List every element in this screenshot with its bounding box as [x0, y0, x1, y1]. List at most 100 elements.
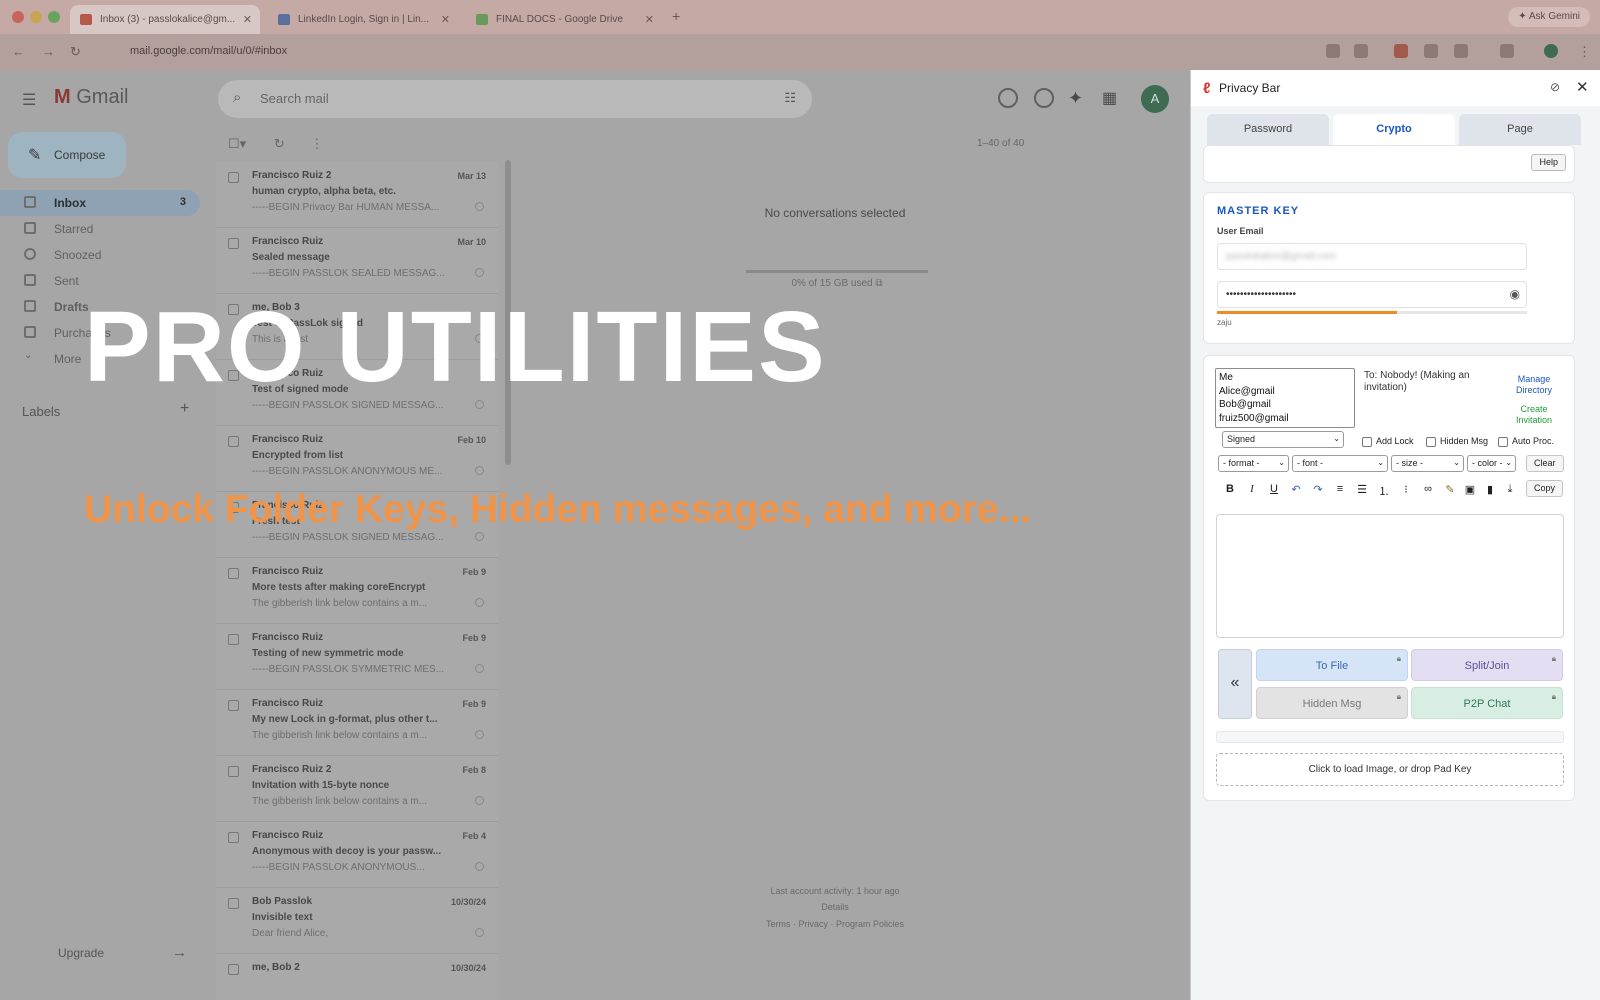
- snooze-clock-icon[interactable]: [475, 268, 484, 277]
- tab-close-icon[interactable]: ✕: [243, 13, 252, 26]
- footer-links[interactable]: Terms · Privacy · Program Policies: [700, 919, 970, 929]
- recipient-item[interactable]: Me: [1219, 371, 1351, 385]
- message-row[interactable]: Francisco Ruiz Feb 9 More tests after maki…: [216, 558, 498, 624]
- gmail-logo[interactable]: M Gmail: [54, 86, 128, 109]
- font-select[interactable]: - font - ⌄: [1292, 455, 1388, 472]
- message-row[interactable]: Francisco Ruiz Feb 9 Testing of new symmet…: [216, 624, 498, 690]
- hidden-msg-button[interactable]: Hidden Msg 🔒︎: [1256, 687, 1408, 719]
- profile-avatar-icon[interactable]: [1544, 44, 1558, 58]
- recipient-item[interactable]: fruiz500@gmail: [1219, 412, 1351, 426]
- window-minimize-dot[interactable]: [30, 11, 42, 23]
- row-checkbox[interactable]: [228, 634, 239, 645]
- back-arrow-icon[interactable]: ←: [12, 44, 25, 59]
- italic-icon[interactable]: I: [1244, 483, 1260, 499]
- tab-password[interactable]: Password: [1207, 114, 1329, 145]
- extensions-puzzle-icon[interactable]: [1424, 44, 1438, 58]
- privacy-bar-extension-icon[interactable]: [1394, 44, 1408, 58]
- add-lock-checkbox[interactable]: Add Lock: [1362, 436, 1414, 447]
- mode-select[interactable]: Signed ⌄: [1222, 431, 1344, 448]
- to-file-button[interactable]: To File 🔒︎: [1256, 649, 1408, 681]
- manage-directory-link[interactable]: Manage Directory: [1506, 374, 1562, 396]
- hamburger-menu-icon[interactable]: ☰: [22, 90, 36, 110]
- tab-crypto[interactable]: Crypto: [1333, 114, 1455, 145]
- new-tab-icon[interactable]: +: [672, 8, 680, 24]
- close-icon[interactable]: ✕: [1576, 78, 1589, 96]
- forward-arrow-icon[interactable]: →: [42, 44, 55, 59]
- undo-icon[interactable]: ↶: [1288, 483, 1304, 499]
- copy-button[interactable]: Copy: [1526, 480, 1564, 497]
- row-checkbox[interactable]: [228, 436, 239, 447]
- recipient-list[interactable]: Me Alice@gmail Bob@gmail fruiz500@gmail: [1215, 368, 1355, 428]
- auto-proc-checkbox[interactable]: Auto Proc.: [1498, 436, 1554, 447]
- row-checkbox[interactable]: [228, 172, 239, 183]
- sidebar-item-snoozed[interactable]: Snoozed: [0, 242, 200, 268]
- unpin-icon[interactable]: ⊘: [1550, 80, 1560, 94]
- message-compose-area[interactable]: [1216, 514, 1564, 638]
- p2p-chat-button[interactable]: P2P Chat 🔒︎: [1411, 687, 1563, 719]
- sidebar-item-inbox[interactable]: Inbox 3: [0, 190, 200, 216]
- window-icon[interactable]: [1500, 44, 1514, 58]
- recipient-item[interactable]: Bob@gmail: [1219, 398, 1351, 412]
- row-checkbox[interactable]: [228, 964, 239, 975]
- snooze-clock-icon[interactable]: [475, 532, 484, 541]
- snooze-clock-icon[interactable]: [475, 928, 484, 937]
- split-join-button[interactable]: Split/Join 🔒︎: [1411, 649, 1563, 681]
- master-password-field[interactable]: •••••••••••••••••••• ◉: [1217, 281, 1527, 308]
- bullet-list-icon[interactable]: ⁝: [1398, 483, 1414, 499]
- align-center-icon[interactable]: ☰: [1354, 483, 1370, 499]
- message-row[interactable]: Bob Passlok 10/30/24 Invisible text Dear fr…: [216, 888, 498, 954]
- apps-grid-icon[interactable]: ▦: [1102, 88, 1122, 108]
- redo-icon[interactable]: ↷: [1310, 483, 1326, 499]
- snooze-clock-icon[interactable]: [475, 664, 484, 673]
- create-invitation-link[interactable]: Create Invitation: [1506, 404, 1562, 426]
- clear-button[interactable]: Clear: [1526, 455, 1564, 472]
- gemini-sparkle-icon[interactable]: ✦: [1068, 88, 1088, 108]
- row-checkbox[interactable]: [228, 568, 239, 579]
- snooze-clock-icon[interactable]: [475, 466, 484, 475]
- snooze-clock-icon[interactable]: [475, 730, 484, 739]
- search-input[interactable]: ⌕ Search mail ☷: [218, 80, 812, 118]
- tab-page[interactable]: Page: [1459, 114, 1581, 145]
- hidden-msg-checkbox[interactable]: Hidden Msg: [1426, 436, 1488, 447]
- download-icon[interactable]: ⤓: [1502, 483, 1518, 499]
- upgrade-button[interactable]: Upgrade: [30, 946, 104, 960]
- help-icon[interactable]: [998, 88, 1018, 108]
- link-icon[interactable]: ∞: [1420, 483, 1436, 499]
- side-panel-icon[interactable]: [1454, 44, 1468, 58]
- clear-format-brush-icon[interactable]: ✎: [1442, 483, 1458, 499]
- tab-close-icon[interactable]: ✕: [645, 13, 654, 26]
- message-row[interactable]: Francisco Ruiz Mar 10 Sealed message -----B…: [216, 228, 498, 294]
- footer-details-link[interactable]: Details: [700, 902, 970, 912]
- row-checkbox[interactable]: [228, 832, 239, 843]
- refresh-icon[interactable]: ↻: [274, 136, 285, 151]
- eye-icon[interactable]: ◉: [1510, 287, 1520, 301]
- browser-tab-linkedin[interactable]: LinkedIn Login, Sign in | Lin... ✕: [268, 5, 458, 34]
- browser-tab-gmail[interactable]: Inbox (3) - passlokalice@gm... ✕: [70, 5, 260, 34]
- storage-text[interactable]: 0% of 15 GB used ⧉: [746, 278, 928, 289]
- browser-tab-drive[interactable]: FINAL DOCS - Google Drive ✕: [466, 5, 662, 34]
- bookmark-star-icon[interactable]: [1354, 44, 1368, 58]
- image-icon[interactable]: ▣: [1462, 483, 1478, 499]
- sidebar-item-starred[interactable]: Starred: [0, 216, 200, 242]
- account-avatar[interactable]: A: [1141, 85, 1169, 113]
- reload-icon[interactable]: ↻: [70, 44, 81, 60]
- message-row[interactable]: Francisco Ruiz 2 Feb 8 Invitation with 15-…: [216, 756, 498, 822]
- tab-close-icon[interactable]: ✕: [441, 13, 450, 26]
- ask-gemini-button[interactable]: ✦ Ask Gemini: [1508, 7, 1590, 27]
- file-icon[interactable]: ▮: [1482, 483, 1498, 499]
- filter-options-icon[interactable]: ☷: [784, 90, 796, 106]
- message-row[interactable]: me, Bob 2 10/30/24: [216, 954, 498, 1000]
- extension-icon[interactable]: [1326, 44, 1340, 58]
- image-drop-zone[interactable]: Click to load Image, or drop Pad Key: [1216, 753, 1564, 786]
- message-row[interactable]: Francisco Ruiz Feb 10 Encrypted from list -…: [216, 426, 498, 492]
- row-checkbox[interactable]: [228, 898, 239, 909]
- compose-button[interactable]: ✎ Compose: [8, 132, 126, 178]
- recipient-item[interactable]: Alice@gmail: [1219, 385, 1351, 399]
- settings-gear-icon[interactable]: [1034, 88, 1054, 108]
- help-button[interactable]: Help: [1531, 154, 1566, 171]
- arrow-right-icon[interactable]: →: [172, 944, 187, 961]
- row-checkbox[interactable]: [228, 238, 239, 249]
- window-maximize-dot[interactable]: [48, 11, 60, 23]
- more-options-icon[interactable]: ⋮: [310, 136, 323, 151]
- user-email-field[interactable]: passlokalice@gmail.com: [1217, 243, 1527, 270]
